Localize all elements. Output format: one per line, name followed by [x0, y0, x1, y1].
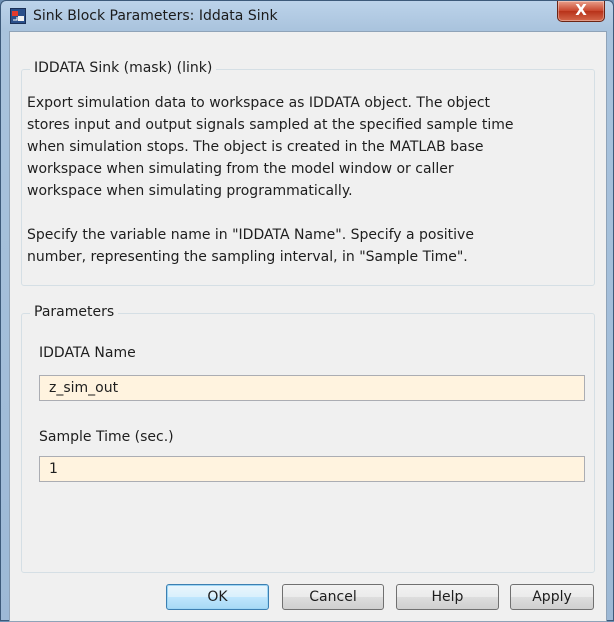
ok-button[interactable]: OK [166, 584, 269, 610]
help-button[interactable]: Help [396, 584, 499, 610]
sample-time-input[interactable] [39, 456, 585, 482]
sample-time-label: Sample Time (sec.) [39, 429, 174, 445]
mask-description-text: Export simulation data to workspace as I… [27, 95, 514, 265]
iddata-name-label: IDDATA Name [39, 345, 136, 361]
parameters-group-title: Parameters [30, 304, 119, 320]
simulink-block-icon [10, 8, 26, 24]
window-title: Sink Block Parameters: Iddata Sink [33, 8, 278, 24]
cancel-button[interactable]: Cancel [282, 584, 384, 610]
close-button[interactable]: X [557, 1, 605, 22]
iddata-name-input[interactable] [39, 375, 585, 401]
close-icon: X [575, 1, 587, 19]
dialog-window: Sink Block Parameters: Iddata Sink X IDD… [0, 0, 614, 622]
apply-button[interactable]: Apply [510, 584, 594, 610]
title-bar[interactable]: Sink Block Parameters: Iddata Sink X [1, 1, 613, 31]
dialog-client-area: IDDATA Sink (mask) (link) Export simulat… [9, 31, 607, 622]
mask-group-title: IDDATA Sink (mask) (link) [30, 60, 217, 76]
